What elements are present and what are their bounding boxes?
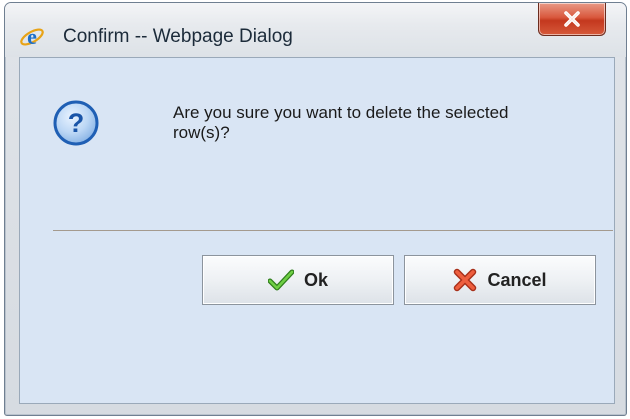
cancel-button-label: Cancel xyxy=(487,269,547,290)
ok-button[interactable]: Ok xyxy=(202,255,394,305)
svg-text:?: ? xyxy=(68,108,85,138)
internet-explorer-icon: e xyxy=(19,24,45,50)
dialog-body: ? Are you sure you want to delete the se… xyxy=(19,57,615,404)
title-bar[interactable]: e Confirm -- Webpage Dialog xyxy=(5,3,626,57)
window-title: Confirm -- Webpage Dialog xyxy=(63,26,293,47)
separator xyxy=(53,230,613,231)
close-button[interactable] xyxy=(538,3,606,36)
ok-button-label: Ok xyxy=(303,269,328,290)
question-icon: ? xyxy=(52,99,100,147)
cancel-button[interactable]: Cancel xyxy=(404,255,596,305)
x-mark-icon xyxy=(454,268,477,292)
dialog-window: e Confirm -- Webpage Dialog ? Are you su… xyxy=(4,2,627,416)
close-icon xyxy=(564,11,580,27)
checkmark-icon xyxy=(267,269,294,291)
confirmation-message: Are you sure you want to delete the sele… xyxy=(173,103,509,142)
svg-text:e: e xyxy=(27,24,37,49)
